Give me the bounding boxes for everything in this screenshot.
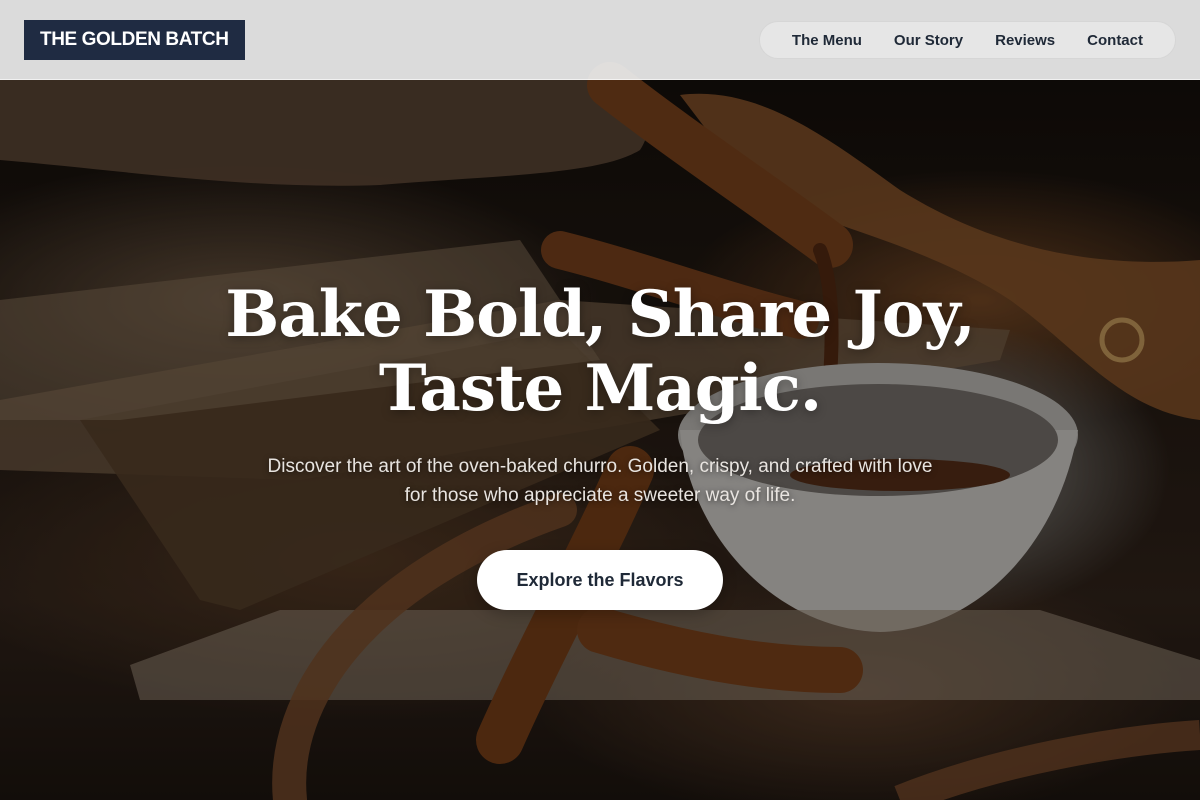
nav-item-reviews[interactable]: Reviews	[995, 32, 1055, 49]
main-nav: The Menu Our Story Reviews Contact	[758, 21, 1176, 59]
hero-content: Bake Bold, Share Joy, Taste Magic. Disco…	[0, 278, 1200, 610]
brand-logo[interactable]: THE GOLDEN BATCH	[24, 20, 245, 60]
hero-headline: Bake Bold, Share Joy, Taste Magic.	[225, 277, 976, 426]
nav-item-our-story[interactable]: Our Story	[894, 32, 963, 49]
top-navbar: THE GOLDEN BATCH The Menu Our Story Revi…	[0, 0, 1200, 80]
nav-item-contact[interactable]: Contact	[1087, 32, 1143, 49]
explore-flavors-button[interactable]: Explore the Flavors	[477, 550, 723, 610]
hero-section: Bake Bold, Share Joy, Taste Magic. Disco…	[0, 0, 1200, 800]
hero-subtitle: Discover the art of the oven-baked churr…	[267, 456, 933, 506]
nav-item-menu[interactable]: The Menu	[792, 32, 862, 49]
